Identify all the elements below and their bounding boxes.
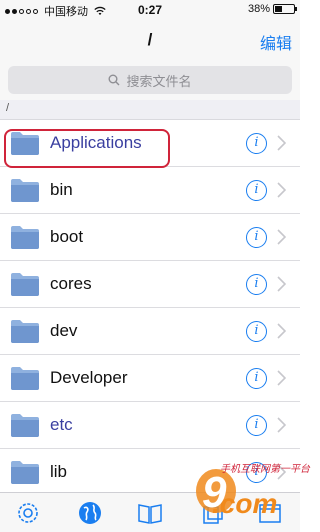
list-item[interactable]: etc i — [0, 402, 300, 449]
info-icon[interactable]: i — [246, 415, 267, 436]
book-icon[interactable] — [136, 499, 164, 527]
battery-tip — [295, 7, 297, 11]
page-title: / — [147, 30, 153, 49]
info-icon[interactable]: i — [246, 274, 267, 295]
watermark-brand: .com — [212, 488, 278, 519]
info-icon[interactable]: i — [246, 368, 267, 389]
chevron-right-icon — [277, 276, 286, 292]
chevron-right-icon — [277, 370, 286, 386]
list-item[interactable]: cores i — [0, 261, 300, 308]
globe-icon[interactable] — [76, 499, 104, 527]
battery-fill — [275, 6, 282, 12]
chevron-right-icon — [277, 417, 286, 433]
battery-icon — [273, 4, 297, 14]
file-list[interactable]: Applications i bin i boot i cores i dev i Develope… — [0, 120, 300, 492]
file-name: bin — [50, 180, 73, 199]
watermark-slogan: 手机互联网第一平台 — [220, 464, 310, 475]
file-name: Applications — [50, 133, 142, 152]
folder-icon — [11, 367, 39, 390]
list-item[interactable]: Developer i — [0, 355, 300, 402]
list-item[interactable]: Applications i — [0, 120, 300, 168]
list-item[interactable]: bin i — [0, 167, 300, 214]
list-item[interactable]: dev i — [0, 308, 300, 355]
folder-icon — [11, 226, 39, 249]
info-icon[interactable]: i — [246, 321, 267, 342]
file-name: etc — [50, 415, 73, 434]
status-bar: 中国移动 0:27 38% — [0, 0, 300, 20]
edit-button[interactable]: 编辑 — [260, 30, 292, 54]
chevron-right-icon — [277, 135, 286, 151]
chevron-right-icon — [277, 323, 286, 339]
chevron-right-icon — [277, 229, 286, 245]
search-input[interactable]: 搜索文件名 — [8, 66, 292, 94]
battery-status: 38% — [247, 3, 297, 15]
folder-icon — [11, 414, 39, 437]
info-icon[interactable]: i — [246, 133, 267, 154]
list-item[interactable]: boot i — [0, 214, 300, 261]
folder-icon — [11, 132, 39, 155]
current-path: / — [6, 102, 10, 114]
search-icon — [108, 74, 120, 86]
navigation-bar: / 编辑 — [0, 20, 300, 62]
file-name: dev — [50, 321, 78, 340]
file-name: cores — [50, 274, 92, 293]
folder-icon — [11, 461, 39, 484]
info-icon[interactable]: i — [246, 180, 267, 201]
battery-percent: 38% — [247, 3, 270, 15]
info-icon[interactable]: i — [246, 227, 267, 248]
folder-icon — [11, 179, 39, 202]
settings-icon[interactable] — [14, 499, 42, 527]
file-name: Developer — [50, 368, 128, 387]
folder-icon — [11, 273, 39, 296]
file-name: boot — [50, 227, 84, 246]
search-placeholder: 搜索文件名 — [126, 73, 192, 89]
folder-icon — [11, 320, 39, 343]
path-header: / — [0, 100, 300, 120]
search-area: 搜索文件名 — [0, 62, 300, 100]
chevron-right-icon — [277, 182, 286, 198]
file-name: lib — [50, 462, 68, 481]
